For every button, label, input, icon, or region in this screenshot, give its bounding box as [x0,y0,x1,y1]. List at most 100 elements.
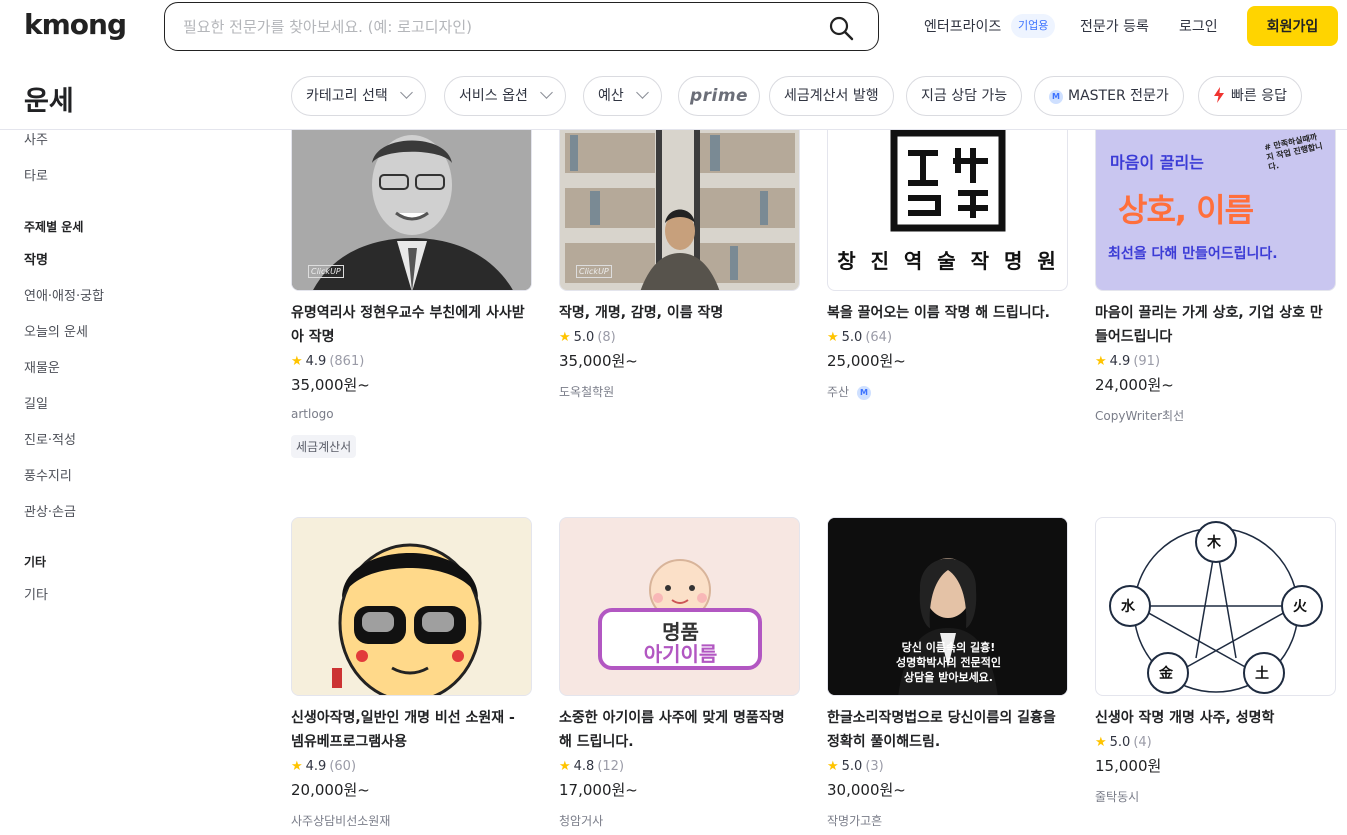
service-title[interactable]: 마음이 끌리는 가게 상호, 기업 상호 만들어드립니다 [1095,301,1331,349]
star-icon: ★ [559,759,571,774]
seller-name[interactable]: 줄탁동시 [1095,788,1336,805]
element-wood: 木 [1207,535,1221,551]
master-badge-icon: M [1049,90,1063,104]
become-expert-link[interactable]: 전문가 등록 [1080,16,1149,36]
service-title[interactable]: 유명역리사 정현우교수 부친에게 사사받아 작명 [291,301,527,349]
rating-value: 5.0 [1109,735,1131,750]
review-count: (8) [597,330,616,345]
chevron-down-icon [399,86,413,99]
category-filter[interactable]: 카테고리 선택 [291,76,426,116]
fast-response-label: 빠른 응답 [1231,88,1287,104]
rating: ★ 5.0 (4) [1095,733,1336,753]
service-thumbnail[interactable]: 木 火 土 金 水 [1095,517,1336,696]
price: 20,000원~ [291,781,370,799]
sidebar-item-other[interactable]: 기타 [24,584,48,603]
service-card[interactable]: ClickUP 유명역리사 정현우교수 부친에게 사사받아 작명 ★ 4.9 (86… [291,112,532,458]
seller-name-text: 주산 [827,385,850,399]
seller-name[interactable]: 도옥철학원 [559,383,800,400]
service-card[interactable]: ClickUP 작명, 개명, 감명, 이름 작명 ★ 5.0 (8) 35,000… [559,112,800,400]
price: 17,000원~ [559,781,638,799]
enterprise-link[interactable]: 엔터프라이즈 [924,16,1001,36]
star-icon: ★ [559,330,571,345]
service-card[interactable]: 당신 이름속의 길흉! 성명학박사의 전문적인 상담을 받아보세요. 한글소리작… [827,517,1068,829]
service-title[interactable]: 신생아작명,일반인 개명 비선 소원재 - 넴유베프로그램사용 [291,706,527,754]
service-thumbnail[interactable]: 명품 아기이름 [559,517,800,696]
sidebar-item-physiognomy[interactable]: 관상·손금 [24,501,76,520]
enterprise-badge: 기업용 [1011,14,1056,38]
category-sidebar: 사주 타로 주제별 운세 작명 연애·애정·궁합 오늘의 운세 재물운 길일 진… [0,131,260,835]
sidebar-item-wealth[interactable]: 재물운 [24,357,60,376]
image-text-line1: 당신 이름속의 길흉! [901,641,996,654]
rating-value: 5.0 [573,330,595,345]
sidebar-item-naming[interactable]: 작명 [24,249,48,268]
prime-label: prime [689,86,749,106]
service-card[interactable]: 木 火 土 金 水 신생아 작명 개명 사주, 성명학 ★ 5.0 (4) 15,0… [1095,517,1336,805]
sidebar-item-tarot[interactable]: 타로 [24,165,48,184]
sidebar-item-today[interactable]: 오늘의 운세 [24,321,88,340]
cartoon-face-image [292,518,531,695]
master-filter[interactable]: M MASTER 전문가 [1034,76,1184,116]
consult-now-label: 지금 상담 가능 [921,88,1008,104]
budget-filter[interactable]: 예산 [583,76,662,116]
service-title[interactable]: 신생아 작명 개명 사주, 성명학 [1095,706,1331,730]
service-thumbnail[interactable]: 창 진 역 술 작 명 원 [827,112,1068,291]
rating-value: 5.0 [841,759,863,774]
image-text-line1: 마음이 끌리는 [1110,153,1204,172]
element-water: 水 [1121,599,1135,615]
service-card[interactable]: 명품 아기이름 소중한 아기이름 사주에 맞게 명품작명 해 드립니다. ★ 4.… [559,517,800,829]
signup-button[interactable]: 회원가입 [1247,6,1338,46]
element-earth: 土 [1255,666,1269,682]
service-card[interactable]: 창 진 역 술 작 명 원 복을 끌어오는 이름 작명 해 드립니다. ★ 5.0… [827,112,1068,401]
element-metal: 金 [1159,666,1173,682]
service-card[interactable]: # 만족하실때까지 작업 진행합니다. 마음이 끌리는 상호, 이름 최선을 다… [1095,112,1336,424]
seller-name[interactable]: artlogo [291,407,532,421]
master-label: MASTER 전문가 [1068,88,1169,104]
rating: ★ 4.8 (12) [559,757,800,777]
review-count: (60) [329,759,357,774]
sidebar-item-love[interactable]: 연애·애정·궁합 [24,285,104,304]
login-link[interactable]: 로그인 [1179,16,1218,36]
star-icon: ★ [827,330,839,345]
fast-response-filter[interactable]: 빠른 응답 [1198,76,1302,116]
rating-value: 4.8 [573,759,595,774]
rating: ★ 5.0 (8) [559,328,800,348]
seller-name[interactable]: 주산 M [827,383,1068,401]
search-icon[interactable] [828,15,854,41]
rating: ★ 5.0 (64) [827,328,1068,348]
prime-filter[interactable]: prime [678,76,760,116]
service-title[interactable]: 소중한 아기이름 사주에 맞게 명품작명 해 드립니다. [559,706,795,754]
review-count: (91) [1133,354,1161,369]
service-thumbnail[interactable]: ClickUP [291,112,532,291]
service-option-filter[interactable]: 서비스 옵션 [444,76,566,116]
service-thumbnail[interactable]: # 만족하실때까지 작업 진행합니다. 마음이 끌리는 상호, 이름 최선을 다… [1095,112,1336,291]
service-title[interactable]: 한글소리작명법으로 당신이름의 길흉을 정확히 풀이해드림. [827,706,1063,754]
lightning-icon [1214,87,1224,103]
search-input[interactable] [183,15,803,39]
review-count: (4) [1133,735,1152,750]
service-card[interactable]: 신생아작명,일반인 개명 비선 소원재 - 넴유베프로그램사용 ★ 4.9 (60)… [291,517,532,829]
sidebar-heading-topic: 주제별 운세 [24,220,84,234]
kmong-logo[interactable]: kmong [24,8,127,41]
seller-name[interactable]: 청암거사 [559,812,800,829]
sidebar-item-fengshui[interactable]: 풍수지리 [24,465,72,484]
service-option-label: 서비스 옵션 [459,88,528,104]
service-title[interactable]: 작명, 개명, 감명, 이름 작명 [559,301,795,325]
service-thumbnail[interactable] [291,517,532,696]
seller-name[interactable]: 작명가고흔 [827,812,1068,829]
image-text-line2: 성명학박사의 전문적인 [895,656,1002,669]
sidebar-item-lucky-day[interactable]: 길일 [24,393,48,412]
service-title[interactable]: 복을 끌어오는 이름 작명 해 드립니다. [827,301,1063,325]
search-bar[interactable] [164,2,879,51]
tax-invoice-filter[interactable]: 세금계산서 발행 [769,76,894,116]
seller-name[interactable]: 사주상담비선소원재 [291,812,532,829]
master-badge-icon: M [856,386,871,400]
sidebar-item-saju[interactable]: 사주 [24,129,48,148]
service-thumbnail[interactable]: 당신 이름속의 길흉! 성명학박사의 전문적인 상담을 받아보세요. [827,517,1068,696]
consult-now-filter[interactable]: 지금 상담 가능 [906,76,1023,116]
image-watermark: ClickUP [576,265,612,278]
seller-name[interactable]: CopyWriter최선 [1095,407,1336,424]
sidebar-item-career[interactable]: 진로·적성 [24,429,76,448]
service-thumbnail[interactable]: ClickUP [559,112,800,291]
star-icon: ★ [291,759,303,774]
star-icon: ★ [827,759,839,774]
